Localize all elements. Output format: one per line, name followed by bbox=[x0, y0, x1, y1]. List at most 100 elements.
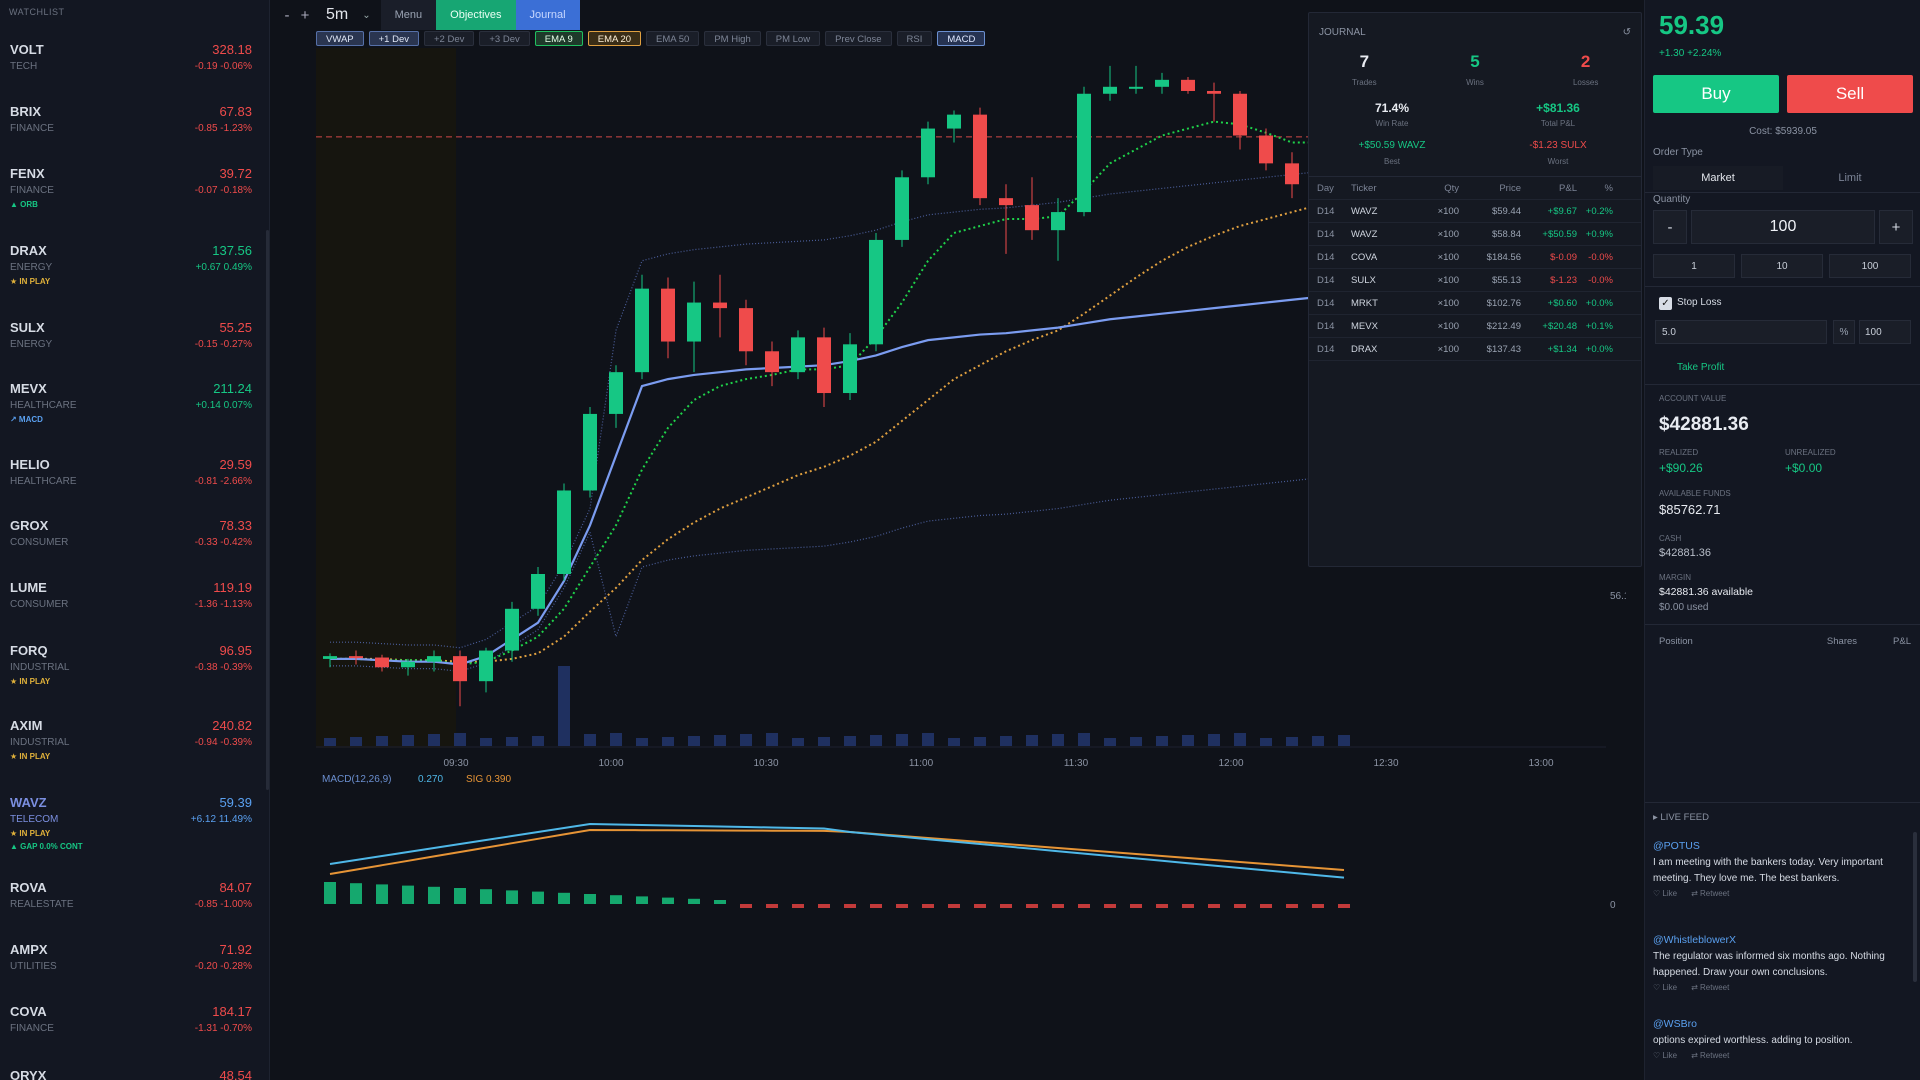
watchlist-item-brix[interactable]: BRIX 67.83 FINANCE -0.85 -1.23% bbox=[0, 104, 262, 134]
journal-row[interactable]: D14 COVA ×100 $184.56 $-0.09 -0.0% bbox=[1309, 246, 1641, 269]
journal-row[interactable]: D14 MEVX ×100 $212.49 +$20.48 +0.1% bbox=[1309, 315, 1641, 338]
journal-row[interactable]: D14 SULX ×100 $55.13 $-1.23 -0.0% bbox=[1309, 269, 1641, 292]
indicator-toggle-macd[interactable]: MACD bbox=[937, 31, 986, 46]
indicator-toggle-3-dev[interactable]: +3 Dev bbox=[479, 31, 530, 46]
journal-button[interactable]: Journal bbox=[515, 0, 580, 30]
stop-loss-percent-toggle[interactable]: % bbox=[1833, 320, 1855, 344]
journal-row[interactable]: D14 WAVZ ×100 $58.84 +$50.59 +0.9% bbox=[1309, 223, 1641, 246]
macd-histogram-bar bbox=[532, 891, 544, 904]
journal-price: $102.76 bbox=[1486, 297, 1521, 309]
indicator-toggle-1-dev[interactable]: +1 Dev bbox=[368, 31, 419, 46]
indicator-toggle-ema-20[interactable]: EMA 20 bbox=[587, 31, 642, 46]
watchlist-item-rova[interactable]: ROVA 84.07 REALESTATE -0.85 -1.00% bbox=[0, 880, 262, 910]
watchlist-item-drax[interactable]: DRAX 137.56 ENERGY +0.67 0.49% ★ IN PLAY bbox=[0, 243, 262, 286]
indicator-toggle-rsi[interactable]: RSI bbox=[896, 31, 933, 46]
watchlist-item-wavz[interactable]: WAVZ 59.39 TELECOM +6.12 11.49% ★ IN PLAY ▲ G… bbox=[0, 795, 262, 851]
watchlist-item-lume[interactable]: LUME 119.19 CONSUMER -1.36 -1.13% bbox=[0, 580, 262, 610]
x-axis-label: 09:30 bbox=[443, 758, 468, 769]
watchlist-price: 184.17 bbox=[212, 1004, 252, 1019]
order-type-label: Order Type bbox=[1653, 147, 1703, 158]
watchlist-item-axim[interactable]: AXIM 240.82 INDUSTRIAL -0.94 -0.39% ★ IN PLA… bbox=[0, 718, 262, 761]
feed-scrollbar[interactable] bbox=[1913, 832, 1917, 982]
volume-bar bbox=[870, 735, 882, 746]
macd-histogram-bar bbox=[636, 896, 648, 904]
volume-bar bbox=[662, 737, 674, 746]
retweet-button[interactable]: ⇄ Retweet bbox=[1691, 889, 1729, 898]
candle-body bbox=[375, 657, 389, 668]
quantity-preset-100[interactable]: 100 bbox=[1829, 254, 1911, 278]
menu-button[interactable]: Menu bbox=[380, 0, 437, 30]
like-button[interactable]: ♡ Like bbox=[1653, 983, 1677, 992]
watchlist-ticker: SULX bbox=[10, 320, 45, 335]
journal-row[interactable]: D14 DRAX ×100 $137.43 +$1.34 +0.0% bbox=[1309, 338, 1641, 361]
journal-day: D14 bbox=[1317, 274, 1335, 286]
take-profit-toggle[interactable]: Take Profit bbox=[1677, 362, 1724, 373]
buy-button[interactable]: Buy bbox=[1653, 75, 1779, 113]
indicator-toggle-pm-high[interactable]: PM High bbox=[704, 31, 761, 46]
journal-ticker: DRAX bbox=[1351, 343, 1378, 355]
candle-body bbox=[687, 302, 701, 342]
quantity-preset-10[interactable]: 10 bbox=[1741, 254, 1823, 278]
indicator-toggle-ema-9[interactable]: EMA 9 bbox=[534, 31, 583, 46]
order-type-market[interactable]: Market bbox=[1653, 166, 1783, 190]
quantity-input[interactable] bbox=[1691, 210, 1875, 244]
journal-qty: ×100 bbox=[1437, 274, 1459, 286]
refresh-icon[interactable]: ↺ bbox=[1623, 27, 1631, 38]
realized-label: REALIZED bbox=[1659, 448, 1699, 457]
journal-row[interactable]: D14 WAVZ ×100 $59.44 +$9.67 +0.2% bbox=[1309, 200, 1641, 223]
zoom-out-button[interactable]: - bbox=[278, 7, 296, 24]
timeframe-select[interactable]: 5m ⌄ bbox=[326, 6, 371, 24]
sell-button[interactable]: Sell bbox=[1787, 75, 1913, 113]
indicator-toggle-pm-low[interactable]: PM Low bbox=[765, 31, 821, 46]
watchlist-price: 119.19 bbox=[213, 580, 252, 595]
watchlist-item-helio[interactable]: HELIO 29.59 HEALTHCARE -0.81 -2.66% bbox=[0, 457, 262, 487]
watchlist-item-grox[interactable]: GROX 78.33 CONSUMER -0.33 -0.42% bbox=[0, 518, 262, 548]
macd-histogram-bar bbox=[506, 890, 518, 904]
watchlist-change: +0.67 0.49% bbox=[195, 262, 252, 273]
volume-bar bbox=[480, 738, 492, 746]
watchlist-item-sulx[interactable]: SULX 55.25 ENERGY -0.15 -0.27% bbox=[0, 320, 262, 350]
stop-loss-quantity-input[interactable] bbox=[1859, 320, 1911, 344]
journal-row[interactable]: D14 MRKT ×100 $102.76 +$0.60 +0.0% bbox=[1309, 292, 1641, 315]
divider bbox=[1645, 802, 1920, 803]
like-button[interactable]: ♡ Like bbox=[1653, 889, 1677, 898]
journal-pnl: $-1.23 bbox=[1550, 274, 1577, 286]
quantity-increment-button[interactable]: + bbox=[1879, 210, 1913, 244]
volume-bar bbox=[922, 733, 934, 746]
watchlist-ticker: BRIX bbox=[10, 104, 42, 119]
like-button[interactable]: ♡ Like bbox=[1653, 1051, 1677, 1060]
quantity-decrement-button[interactable]: - bbox=[1653, 210, 1687, 244]
indicator-toggle-prev-close[interactable]: Prev Close bbox=[825, 31, 892, 46]
retweet-button[interactable]: ⇄ Retweet bbox=[1691, 983, 1729, 992]
retweet-button[interactable]: ⇄ Retweet bbox=[1691, 1051, 1729, 1060]
volume-bar bbox=[1286, 737, 1298, 746]
watchlist-item-cova[interactable]: COVA 184.17 FINANCE -1.31 -0.70% bbox=[0, 1004, 262, 1034]
watchlist-item-oryx[interactable]: ORYX 48.54 bbox=[0, 1068, 262, 1080]
quantity-preset-1[interactable]: 1 bbox=[1653, 254, 1735, 278]
journal-qty: ×100 bbox=[1437, 228, 1459, 240]
watchlist-scrollbar[interactable] bbox=[266, 230, 269, 790]
watchlist-ticker: FORQ bbox=[10, 643, 48, 658]
trades-count: 7 bbox=[1359, 52, 1370, 71]
zoom-in-button[interactable]: + bbox=[296, 7, 314, 24]
indicator-toggle-2-dev[interactable]: +2 Dev bbox=[424, 31, 475, 46]
feed-handle[interactable]: @WhistleblowerX bbox=[1653, 934, 1907, 946]
stop-loss-checkbox[interactable]: ✓ bbox=[1659, 297, 1672, 310]
macd-histogram-bar bbox=[844, 904, 856, 908]
journal-pct: -0.0% bbox=[1588, 274, 1613, 286]
objectives-button[interactable]: Objectives bbox=[436, 0, 516, 30]
watchlist-item-volt[interactable]: VOLT 328.18 TECH -0.19 -0.06% bbox=[0, 42, 262, 72]
watchlist-item-fenx[interactable]: FENX 39.72 FINANCE -0.07 -0.18% ▲ ORB bbox=[0, 166, 262, 209]
indicator-toggle-ema-50[interactable]: EMA 50 bbox=[646, 31, 700, 46]
live-feed-title: ▸ LIVE FEED bbox=[1653, 812, 1709, 823]
watchlist-item-mevx[interactable]: MEVX 211.24 HEALTHCARE +0.14 0.07% ↗ MACD bbox=[0, 381, 262, 424]
watchlist-ticker: LUME bbox=[10, 580, 47, 595]
stop-loss-input[interactable] bbox=[1655, 320, 1827, 344]
watchlist-item-forq[interactable]: FORQ 96.95 INDUSTRIAL -0.38 -0.39% ★ IN PLAY bbox=[0, 643, 262, 686]
feed-handle[interactable]: @WSBro bbox=[1653, 1018, 1907, 1030]
order-type-limit[interactable]: Limit bbox=[1785, 166, 1915, 190]
indicator-toggle-vwap[interactable]: VWAP bbox=[316, 31, 364, 46]
volume-bar bbox=[844, 736, 856, 746]
watchlist-item-ampx[interactable]: AMPX 71.92 UTILITIES -0.20 -0.28% bbox=[0, 942, 262, 972]
feed-handle[interactable]: @POTUS bbox=[1653, 840, 1907, 852]
